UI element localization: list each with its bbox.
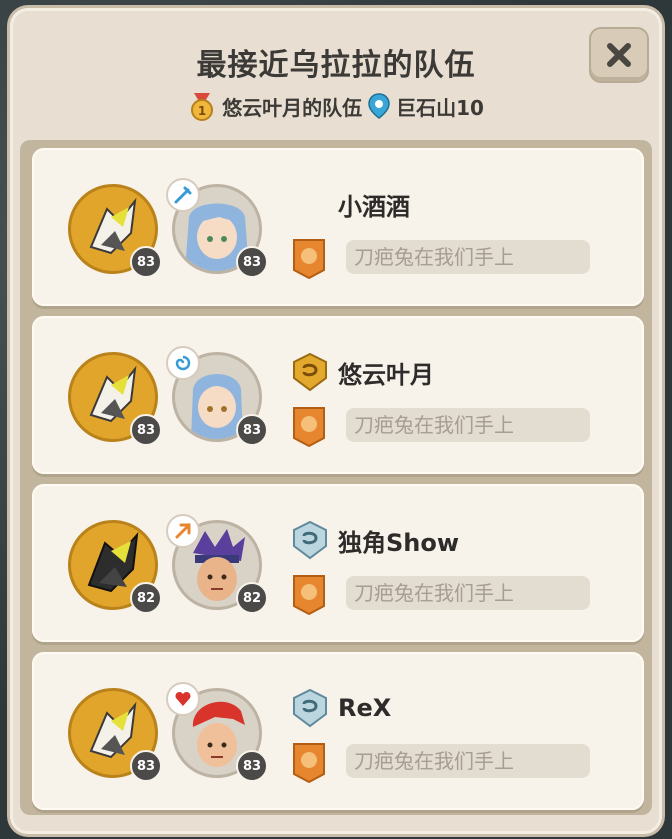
close-button[interactable] [589,27,649,83]
silver-shield-icon [290,688,330,728]
rank-number: 1 [198,104,206,118]
player-name: 独角Show [338,528,460,557]
ice-sword-icon [166,178,200,212]
team-row[interactable]: 83 83 悠云叶月 刀疤兔在我们手上 [32,316,644,474]
pet-level-badge: 83 [130,414,162,446]
location-pin-icon [368,93,390,119]
guild-banner-icon [290,572,328,616]
swirl-icon [166,346,200,380]
team-row[interactable]: 82 82 独角Show 刀疤兔在我们手上 [32,484,644,642]
silver-shield-icon [290,520,330,560]
gold-shield-icon [290,352,330,392]
guild-banner-icon [290,236,328,280]
guild-banner-icon [290,404,328,448]
guild-name: 刀疤兔在我们手上 [346,240,590,274]
guild-name: 刀疤兔在我们手上 [346,408,590,442]
trainer-level-badge: 83 [236,414,268,446]
team-label: 悠云叶月的队伍 [222,95,363,120]
player-name-row: 独角Show [290,520,459,560]
pet-level-badge: 83 [130,246,162,278]
guild-name: 刀疤兔在我们手上 [346,576,590,610]
player-name: 小酒酒 [338,192,410,221]
player-name-row: 悠云叶月 [290,352,434,392]
player-name-row: ReX [290,688,391,728]
trainer-level-badge: 83 [236,246,268,278]
guild-name: 刀疤兔在我们手上 [346,744,590,778]
guild-banner-icon [290,740,328,784]
location-label: 巨石山10 [396,95,484,120]
subtitle-bar: 1 悠云叶月的队伍 巨石山10 [0,90,672,122]
pet-level-badge: 82 [130,582,162,614]
rank-medal-icon: 1 [188,91,216,121]
team-row[interactable]: 83 83 小酒酒 刀疤兔在我们手上 [32,148,644,306]
trainer-level-badge: 82 [236,582,268,614]
player-name: 悠云叶月 [338,360,434,389]
player-name: ReX [338,694,392,722]
panel-title: 最接近乌拉拉的队伍 [196,48,476,83]
team-row[interactable]: 83 83 ReX 刀疤兔在我们手上 [32,652,644,810]
trainer-level-badge: 83 [236,750,268,782]
player-name-row: 小酒酒 [290,184,410,224]
red-heart-icon [166,682,200,716]
close-x-icon [607,43,631,67]
pet-level-badge: 83 [130,750,162,782]
fire-bolt-icon [166,514,200,548]
